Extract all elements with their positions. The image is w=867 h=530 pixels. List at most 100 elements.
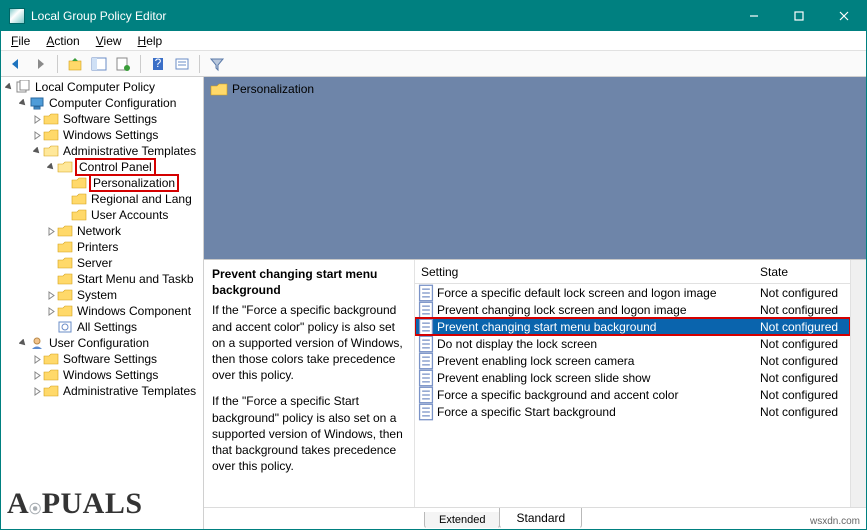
tree-item-user-software[interactable]: Software Settings (1, 351, 203, 367)
watermark: A⦿PUALS (7, 487, 143, 521)
column-setting[interactable]: Setting (415, 265, 760, 279)
help-button[interactable]: ? (147, 53, 169, 75)
setting-state: Not configured (760, 320, 850, 334)
forward-button[interactable] (29, 53, 51, 75)
properties-button[interactable] (112, 53, 134, 75)
toolbar-separator-3 (199, 55, 200, 73)
content-pane: Personalization Prevent changing start m… (204, 77, 866, 529)
tree-computer-config[interactable]: Computer Configuration (1, 95, 203, 111)
expand-icon[interactable] (31, 355, 43, 364)
setting-row[interactable]: Prevent changing lock screen and logon i… (415, 301, 850, 318)
tree-item-user-accounts[interactable]: User Accounts (1, 207, 203, 223)
tree-item-start-menu[interactable]: Start Menu and Taskb (1, 271, 203, 287)
tree-item-control-panel[interactable]: Control Panel (1, 159, 203, 175)
expand-icon[interactable] (31, 115, 43, 124)
tree-item-regional[interactable]: Regional and Lang (1, 191, 203, 207)
tree-user-config[interactable]: User Configuration (1, 335, 203, 351)
tab-standard[interactable]: Standard (499, 508, 582, 529)
expand-icon[interactable] (45, 291, 57, 300)
expand-icon[interactable] (17, 99, 29, 108)
tree-label: Server (75, 256, 114, 270)
folder-icon (71, 192, 87, 206)
up-button[interactable] (64, 53, 86, 75)
tree-item-personalization[interactable]: Personalization (1, 175, 203, 191)
setting-row[interactable]: Prevent enabling lock screen slide showN… (415, 369, 850, 386)
menu-file[interactable]: File (3, 33, 38, 49)
folder-icon (57, 160, 73, 174)
setting-state: Not configured (760, 371, 850, 385)
tab-extended[interactable]: Extended (424, 512, 500, 529)
toolbar-separator-2 (140, 55, 141, 73)
folder-icon (43, 144, 59, 158)
expand-icon[interactable] (17, 339, 29, 348)
tree-item-user-admin[interactable]: Administrative Templates (1, 383, 203, 399)
setting-row[interactable]: Prevent changing start menu backgroundNo… (415, 318, 850, 335)
settings-rows[interactable]: Force a specific default lock screen and… (415, 284, 850, 507)
title-bar[interactable]: Local Group Policy Editor (1, 1, 866, 31)
setting-row[interactable]: Force a specific background and accent c… (415, 386, 850, 403)
window-frame: Local Group Policy Editor File Action Vi… (0, 0, 867, 530)
detail-area: Personalization Prevent changing start m… (204, 77, 866, 507)
setting-name: Force a specific default lock screen and… (435, 286, 760, 300)
breadcrumb: Personalization (210, 81, 314, 97)
maximize-button[interactable] (776, 1, 821, 31)
menu-action[interactable]: Action (38, 33, 87, 49)
breadcrumb-label: Personalization (232, 82, 314, 96)
menu-help[interactable]: Help (130, 33, 171, 49)
expand-icon[interactable] (31, 147, 43, 156)
setting-row[interactable]: Do not display the lock screenNot config… (415, 335, 850, 352)
setting-row[interactable]: Force a specific Start backgroundNot con… (415, 403, 850, 420)
scrollbar[interactable] (850, 260, 866, 507)
nav-tree[interactable]: Local Computer Policy Computer Configura… (1, 77, 204, 529)
tree-label: System (75, 288, 119, 302)
tree-item-admin-templates[interactable]: Administrative Templates (1, 143, 203, 159)
tree-item-windows-components[interactable]: Windows Component (1, 303, 203, 319)
tree-root[interactable]: Local Computer Policy (1, 79, 203, 95)
show-hide-tree-button[interactable] (88, 53, 110, 75)
tree-item-server[interactable]: Server (1, 255, 203, 271)
folder-icon (57, 256, 73, 270)
tree-label: Personalization (89, 174, 179, 192)
description-pane: Prevent changing start menu background I… (204, 260, 414, 507)
setting-name: Force a specific Start background (435, 405, 760, 419)
tree-item-all-settings[interactable]: All Settings (1, 319, 203, 335)
tree-item-software[interactable]: Software Settings (1, 111, 203, 127)
column-state[interactable]: State (760, 265, 850, 279)
tree-label: Administrative Templates (61, 384, 198, 398)
expand-icon[interactable] (31, 387, 43, 396)
expand-icon[interactable] (45, 307, 57, 316)
tree-item-network[interactable]: Network (1, 223, 203, 239)
tree-item-printers[interactable]: Printers (1, 239, 203, 255)
setting-name: Do not display the lock screen (435, 337, 760, 351)
expand-icon[interactable] (31, 371, 43, 380)
tree-item-user-windows[interactable]: Windows Settings (1, 367, 203, 383)
setting-description-2: If the "Force a specific Start backgroun… (212, 393, 404, 474)
close-button[interactable] (821, 1, 866, 31)
filter-button[interactable] (206, 53, 228, 75)
expand-icon[interactable] (45, 227, 57, 236)
expand-icon[interactable] (45, 163, 57, 172)
policy-item-icon (417, 403, 435, 421)
back-button[interactable] (5, 53, 27, 75)
tab-bar: Extended Standard (204, 507, 866, 529)
folder-icon (57, 224, 73, 238)
menu-view[interactable]: View (88, 33, 130, 49)
expand-icon[interactable] (3, 83, 15, 92)
tree-item-windows[interactable]: Windows Settings (1, 127, 203, 143)
setting-description-1: If the "Force a specific background and … (212, 302, 404, 383)
expand-icon[interactable] (31, 131, 43, 140)
setting-row[interactable]: Prevent enabling lock screen cameraNot c… (415, 352, 850, 369)
minimize-button[interactable] (731, 1, 776, 31)
setting-name: Prevent enabling lock screen camera (435, 354, 760, 368)
folder-icon (43, 352, 59, 366)
column-headers[interactable]: Setting State (415, 260, 850, 284)
setting-name: Prevent enabling lock screen slide show (435, 371, 760, 385)
options-button[interactable] (171, 53, 193, 75)
lower-split: Prevent changing start menu background I… (204, 259, 866, 507)
setting-row[interactable]: Force a specific default lock screen and… (415, 284, 850, 301)
folder-icon (71, 208, 87, 222)
header-band: Personalization (204, 77, 866, 259)
tree-item-system[interactable]: System (1, 287, 203, 303)
policy-item-icon (417, 369, 435, 387)
setting-name: Force a specific background and accent c… (435, 388, 760, 402)
